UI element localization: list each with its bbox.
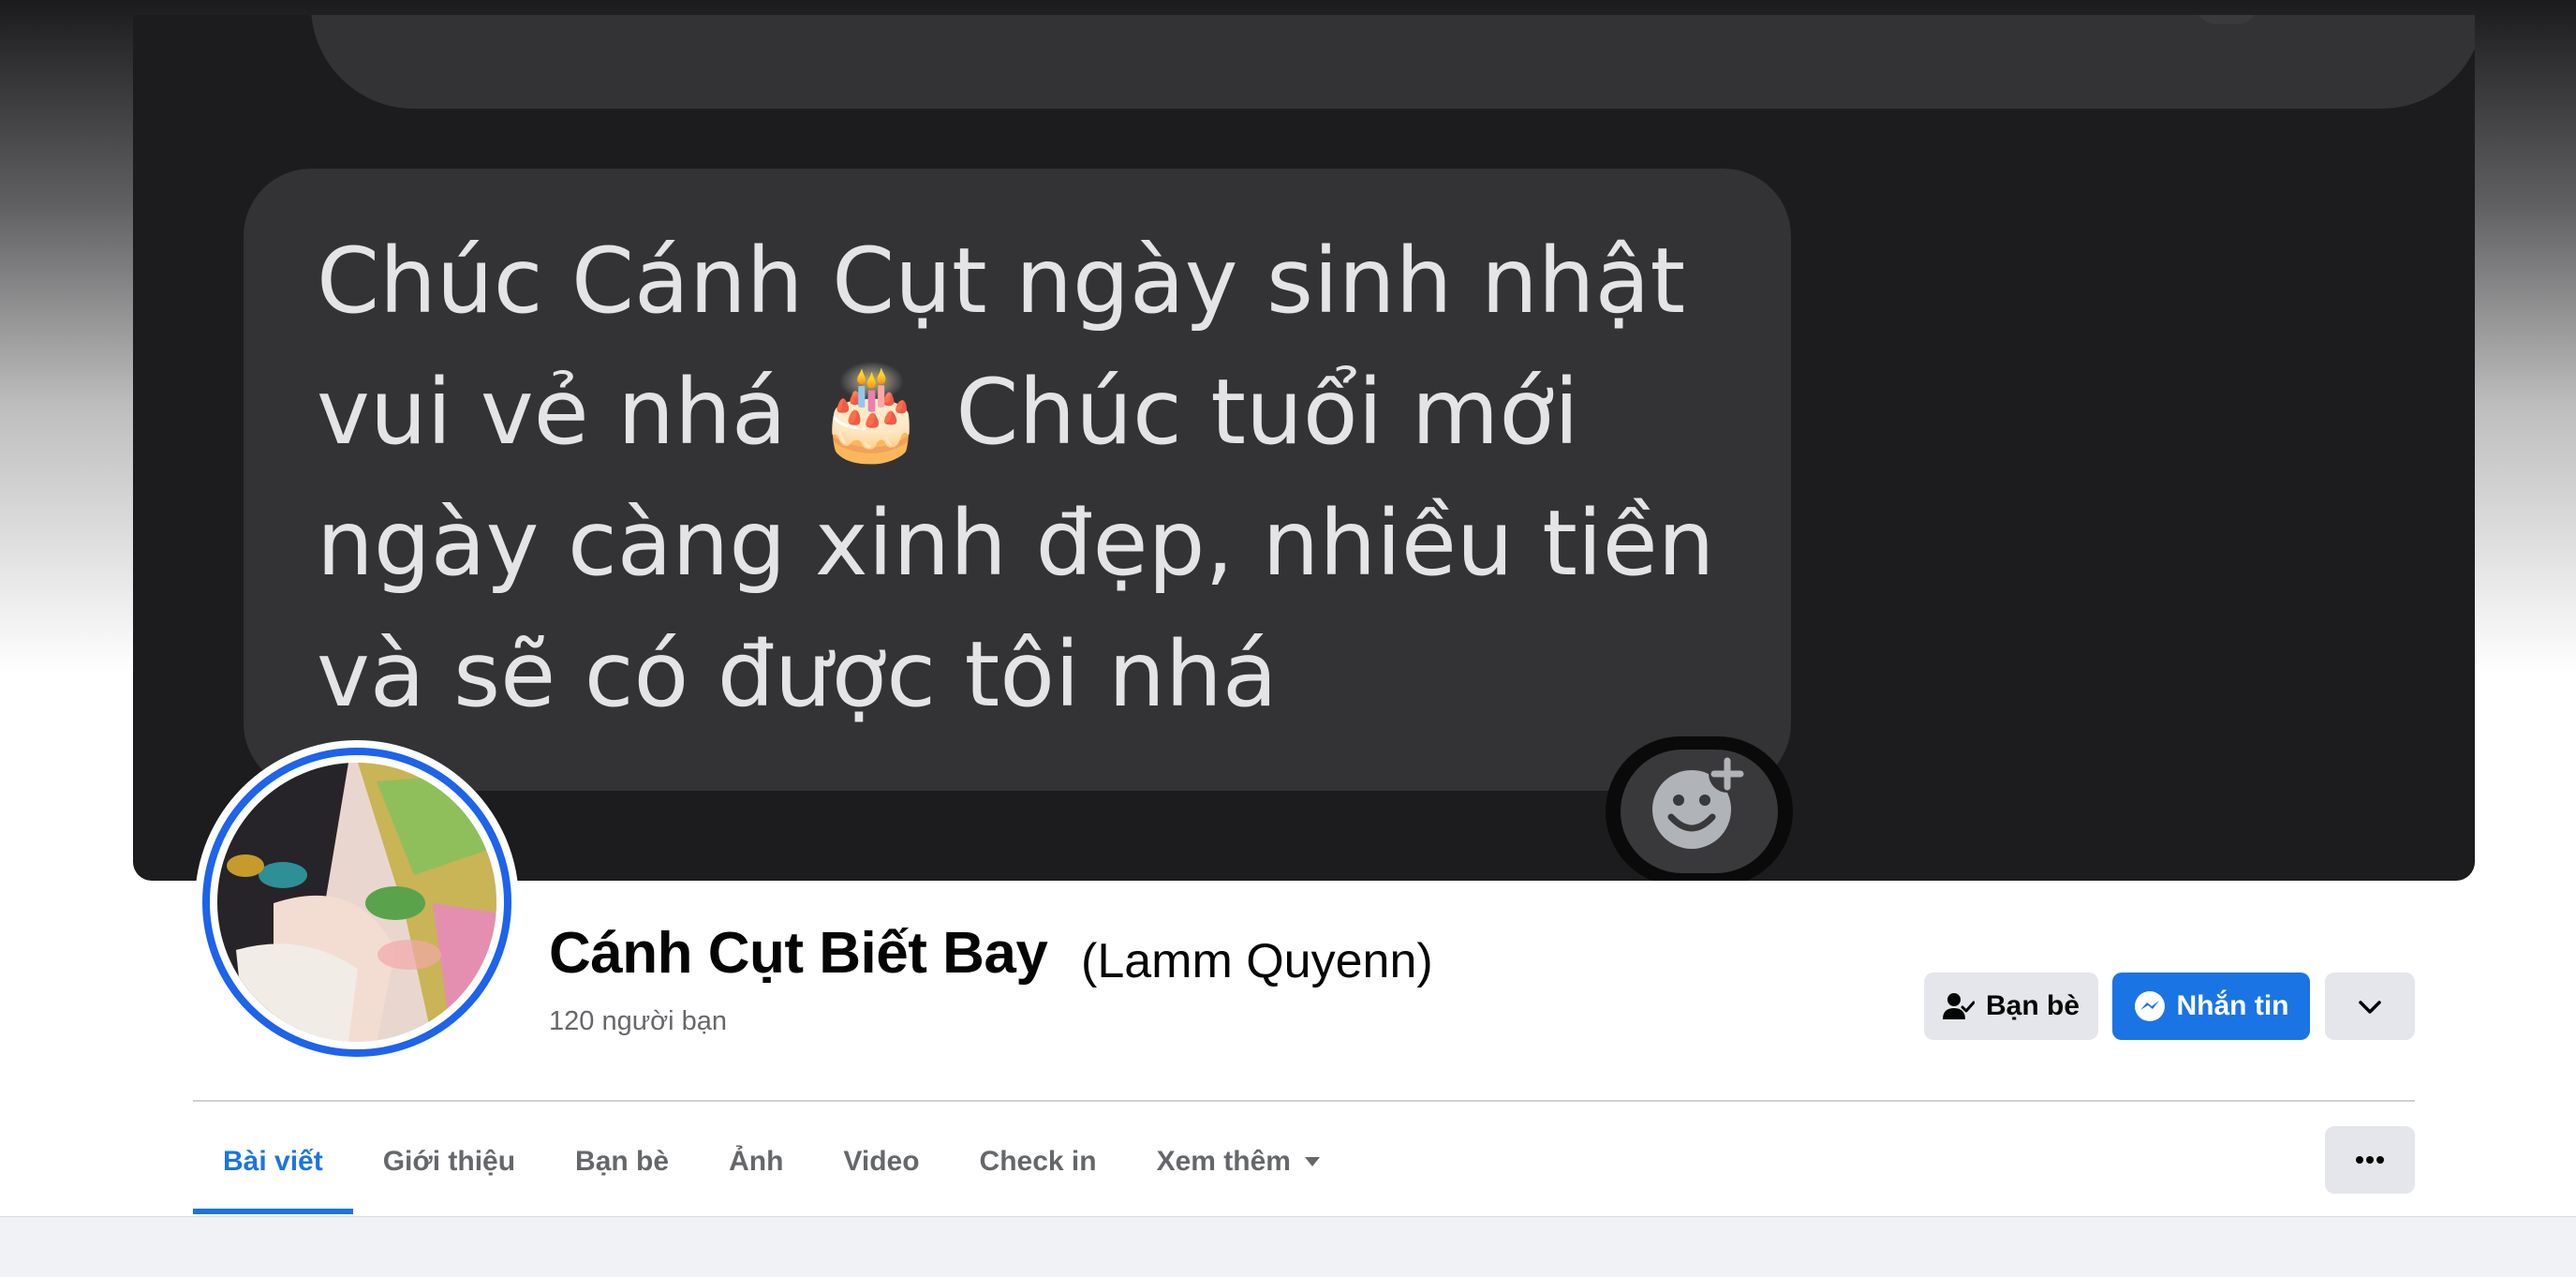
message-text: Chúc Cánh Cụt ngày sinh nhật vui vẻ nhá … [317,229,1715,727]
profile-divider [193,1100,2415,1102]
friends-button-label: Bạn bè [1985,990,2080,1021]
feed-background [0,1216,2576,1277]
messenger-icon [2134,990,2166,1022]
tab-videos[interactable]: Video [813,1109,949,1214]
cover-photo[interactable]: Chúc Cánh Cụt ngày sinh nhật vui vẻ nhá … [133,15,2475,881]
profile-name: Cánh Cụt Biết Bay [549,921,1048,986]
friends-check-icon [1942,991,1975,1021]
tab-about[interactable]: Giới thiệu [353,1109,545,1214]
tab-friends[interactable]: Bạn bè [545,1109,699,1214]
caret-down-icon [1304,1156,1321,1167]
message-button[interactable]: Nhắn tin [2112,973,2310,1040]
chevron-down-icon [2358,990,2382,1022]
more-dots-icon [2356,1151,2384,1168]
alternate-name: (Lamm Quyenn) [1081,934,1433,988]
profile-avatar[interactable] [195,740,519,1064]
avatar-image [217,763,496,1042]
friends-button[interactable]: Bạn bè [1924,973,2098,1040]
tab-posts[interactable]: Bài viết [193,1109,353,1214]
more-actions-button[interactable] [2325,973,2415,1040]
tab-more[interactable]: Xem thêm [1127,1109,1351,1214]
tab-photos[interactable]: Ảnh [699,1109,813,1214]
message-button-label: Nhắn tin [2176,990,2289,1021]
add-reaction-button [1606,736,1793,881]
message-bubble: Chúc Cánh Cụt ngày sinh nhật vui vẻ nhá … [244,169,1791,791]
previous-message-bubble [311,15,2475,109]
add-reaction-icon [1652,755,1746,849]
tab-check-ins[interactable]: Check in [950,1109,1127,1214]
friend-count[interactable]: 120 người bạn [549,1006,727,1037]
profile-tabs: Bài viết Giới thiệu Bạn bè Ảnh Video Che… [193,1109,1351,1214]
tabs-more-options-button[interactable] [2325,1126,2415,1194]
